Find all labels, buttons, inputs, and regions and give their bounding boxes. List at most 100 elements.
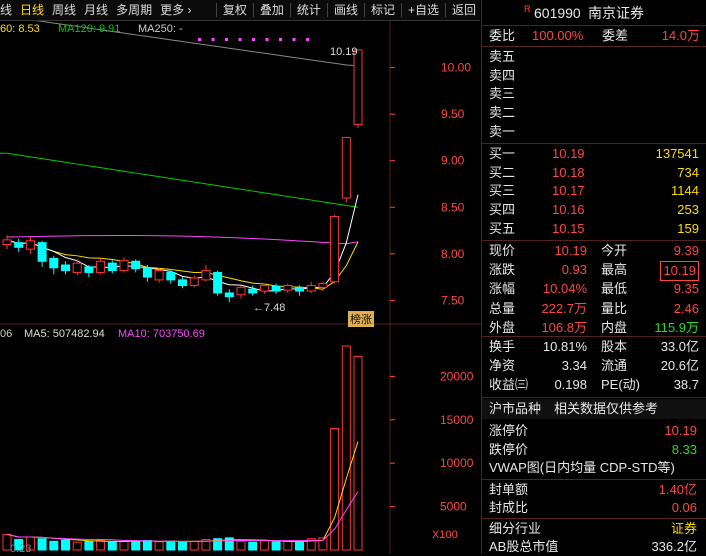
weibi-label: 委比 xyxy=(489,28,516,43)
buy-level-volume: 734 xyxy=(677,164,699,180)
bottom-cut-label: 0.23 xyxy=(10,543,32,555)
ma120-legend: MA120: 9.91 xyxy=(58,23,121,35)
weicha-value: 14.0万 xyxy=(661,28,700,43)
tab-more-label: 更多 xyxy=(160,3,185,17)
marker-dot xyxy=(211,38,215,41)
vwap-link[interactable]: VWAP图(日内均量 CDP-STD等) xyxy=(489,459,675,477)
price-tick-label: 10.00 xyxy=(441,61,471,75)
buy-level-price: 10.19 xyxy=(552,146,585,161)
stat-value: 3.34 xyxy=(561,358,587,374)
kline-chart[interactable]: 10.00 9.50 9.00 8.50 8.00 7.50 20000 15000 10000… xyxy=(0,21,481,555)
candle-body xyxy=(84,266,94,273)
quote-panel: R 601990 南京证券 委比 100.00% 委差 14.0万 卖五 卖四 卖三… xyxy=(481,0,706,554)
tab-weekly[interactable]: 周线 xyxy=(48,0,80,20)
candle-body xyxy=(131,260,141,270)
overlay-button[interactable]: 叠加 xyxy=(256,0,288,20)
candle-body xyxy=(259,284,269,292)
add-watchlist-button[interactable]: +自选 xyxy=(404,0,443,20)
price-tick-label: 9.00 xyxy=(441,154,465,168)
stat-value: 0.93 xyxy=(561,262,587,278)
volume-bar xyxy=(142,539,152,551)
buy-level-price: 10.17 xyxy=(552,183,585,199)
candle-body xyxy=(341,136,351,199)
marker-dot xyxy=(252,38,255,41)
stat-value: 10.04% xyxy=(542,281,587,297)
marker-dot xyxy=(198,38,201,41)
stat-row: 收益㈢ 0.198 PE(动) 38.7 xyxy=(482,376,706,394)
volume-bar xyxy=(84,540,94,551)
volume-bar xyxy=(341,345,351,551)
candle-body xyxy=(295,286,304,292)
volume-bar xyxy=(178,541,187,551)
candle-body xyxy=(330,216,340,283)
adjust-button[interactable]: 复权 xyxy=(219,0,251,20)
limit-up-list-badge[interactable]: 榜涨 xyxy=(348,311,374,327)
limit-up-label: 涨停价 xyxy=(489,423,529,438)
stat-row: 换手 10.81% 股本 33.0亿 xyxy=(482,338,706,356)
candle-body xyxy=(2,239,12,246)
ab-mktcap-label: AB股总市值 xyxy=(489,539,559,554)
volume-bar xyxy=(119,540,129,551)
volume-bar xyxy=(248,541,258,551)
limit-up-value: 10.19 xyxy=(664,423,697,438)
candle-body xyxy=(201,270,211,281)
stock-title-row: R 601990 南京证券 xyxy=(482,4,706,22)
stat-label: 换手 xyxy=(489,339,516,354)
seal-ratio-label: 封成比 xyxy=(489,500,529,515)
buy-level-volume: 137541 xyxy=(655,146,699,161)
tab-daily[interactable]: 日线 xyxy=(16,0,48,20)
volume-bar xyxy=(283,540,293,551)
limit-down-value: 8.33 xyxy=(671,442,697,457)
volume-bar xyxy=(72,541,82,551)
volume-bar xyxy=(61,539,70,551)
buy-level-volume: 253 xyxy=(677,202,699,218)
candle-body xyxy=(283,284,293,291)
stat-value: 38.7 xyxy=(673,377,699,393)
volume-ma5-legend: MA5: 507482.94 xyxy=(24,328,105,340)
buy-level-row: 买四 10.16 253 xyxy=(482,201,706,219)
draw-line-button[interactable]: 画线 xyxy=(330,0,362,20)
marker-dot xyxy=(292,38,296,41)
stat-value: 222.7万 xyxy=(541,300,587,316)
sell-level-label: 卖二 xyxy=(489,105,516,121)
candle-body xyxy=(37,242,47,262)
low-price-value: 7.48 xyxy=(264,302,286,314)
stat-row: 外盘 106.8万 内盘 115.9万 xyxy=(482,319,706,337)
statistics-button[interactable]: 统计 xyxy=(293,0,325,20)
back-button[interactable]: 返回 xyxy=(448,0,480,20)
ab-mktcap-row: AB股总市值 336.2亿 xyxy=(482,538,706,556)
stat-label: 最低 xyxy=(601,281,628,297)
tab-more[interactable]: 更多 › xyxy=(156,0,195,20)
stat-row: 涨跌 0.93 最高 10.19 xyxy=(482,261,706,282)
candle-body xyxy=(25,240,35,250)
tab-monthly[interactable]: 月线 xyxy=(80,0,112,20)
limit-down-label: 跌停价 xyxy=(489,442,529,457)
chevron-right-icon: › xyxy=(187,3,192,17)
buy-level-label: 买二 xyxy=(489,164,516,180)
tab-multi-period[interactable]: 多周期 xyxy=(112,0,156,20)
kline-svg[interactable]: 10.00 9.50 9.00 8.50 8.00 7.50 20000 15000 10000… xyxy=(0,21,481,554)
candle-body xyxy=(306,284,316,292)
candle-body xyxy=(107,262,117,272)
stat-label: 涨跌 xyxy=(489,262,516,278)
candle-body xyxy=(14,242,24,248)
stat-label: 内盘 xyxy=(601,319,628,335)
stat-label: 量比 xyxy=(601,300,628,316)
stat-row: 现价 10.19 今开 9.39 xyxy=(482,242,706,260)
stat-row: 净资 3.34 流通 20.6亿 xyxy=(482,357,706,375)
ma250-legend: MA250: - xyxy=(138,23,183,35)
limit-up-row: 涨停价 10.19 xyxy=(482,422,706,440)
buy-level-label: 买一 xyxy=(489,146,516,161)
seal-amount-label: 封单额 xyxy=(489,482,529,497)
industry-value[interactable]: 证券 xyxy=(671,520,697,538)
stat-label: 今开 xyxy=(601,243,628,258)
buy-level-row: 买三 10.17 1144 xyxy=(482,182,706,200)
stat-label: 总量 xyxy=(489,300,516,316)
candle-body xyxy=(178,279,187,286)
volume-tick-label: 5000 xyxy=(440,500,467,514)
vwap-row[interactable]: VWAP图(日内均量 CDP-STD等) xyxy=(482,459,706,477)
volume-bar xyxy=(271,541,281,551)
mark-button[interactable]: 标记 xyxy=(367,0,399,20)
seal-ratio-value: 0.06 xyxy=(671,500,697,515)
sell-level-label: 卖一 xyxy=(489,123,516,139)
